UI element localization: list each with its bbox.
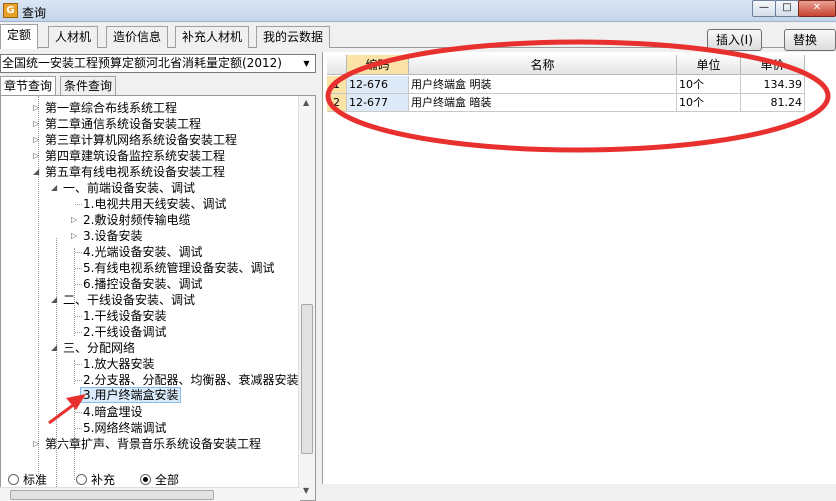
tree-item[interactable]: 5.有线电视系统管理设备安装、调试: [83, 260, 274, 276]
radio-standard-label: 标准: [23, 473, 48, 487]
radio-supplement-dot: [76, 474, 87, 485]
tree-guide-line: [75, 316, 82, 317]
chevron-down-icon[interactable]: ▼: [298, 55, 315, 72]
tree-item[interactable]: 第二章通信系统设备安装工程: [45, 116, 201, 132]
tree-guide-line: [75, 364, 82, 365]
insert-button[interactable]: 插入(I): [707, 29, 762, 51]
grid-cell-unit[interactable]: 10个: [677, 94, 741, 112]
tab-quota[interactable]: 定额: [0, 24, 39, 49]
title-bar: G 查询 — □ ✕: [0, 0, 836, 22]
grid-cell-unit[interactable]: 10个: [677, 76, 741, 94]
left-panel: 全国统一安装工程预算定额河北省消耗量定额(2012) ▼ 章节查询 条件查询 第…: [0, 52, 318, 501]
replace-button[interactable]: 替换(R): [784, 29, 836, 67]
collapse-icon[interactable]: ◢: [51, 180, 60, 196]
tree-item[interactable]: 6.播控设备安装、调试: [83, 276, 202, 292]
close-button[interactable]: ✕: [798, 0, 836, 17]
expand-icon[interactable]: ▷: [33, 148, 42, 164]
tree-item[interactable]: 1.电视共用天线安装、调试: [83, 196, 226, 212]
radio-standard-dot: [8, 474, 19, 485]
radio-supplement[interactable]: 补充: [76, 471, 115, 488]
tree-guide-line: [75, 252, 82, 253]
tree-item[interactable]: 2.分支器、分配器、均衡器、衰减器安装: [83, 372, 298, 388]
maximize-button[interactable]: □: [775, 0, 799, 17]
expand-icon[interactable]: ▷: [33, 132, 42, 148]
tree-guide-line: [75, 268, 82, 269]
expand-icon[interactable]: ▷: [33, 436, 42, 452]
grid-cell-code[interactable]: 12-677: [347, 94, 409, 112]
tree-horizontal-scrollbar[interactable]: [0, 487, 300, 501]
grid-header-code[interactable]: 编码: [347, 55, 409, 75]
quota-library-select[interactable]: 全国统一安装工程预算定额河北省消耗量定额(2012) ▼: [0, 54, 316, 73]
tree-item[interactable]: 一、前端设备安装、调试: [63, 180, 195, 196]
tree-item[interactable]: 4.光端设备安装、调试: [83, 244, 202, 260]
tree-item[interactable]: 5.网络终端调试: [83, 420, 166, 436]
tab-cloud-data[interactable]: 我的云数据: [256, 26, 331, 48]
tree-item[interactable]: 3.设备安装: [83, 228, 142, 244]
tree-item[interactable]: 4.暗盒埋设: [83, 404, 142, 420]
quota-result-grid: 编码 名称 单位 单价 1 12-676 用户终端盒 明装 10个 134.39…: [322, 52, 836, 484]
tree-item[interactable]: 二、干线设备安装、调试: [63, 292, 195, 308]
tree-item[interactable]: 三、分配网络: [63, 340, 135, 356]
grid-header-price[interactable]: 单价: [741, 55, 805, 75]
collapse-icon[interactable]: ◢: [33, 164, 42, 180]
quota-library-value: 全国统一安装工程预算定额河北省消耗量定额(2012): [2, 56, 282, 70]
tab-chapter-search[interactable]: 章节查询: [0, 76, 57, 96]
tree-item[interactable]: 第三章计算机网络系统设备安装工程: [45, 132, 237, 148]
grid-cell-name[interactable]: 用户终端盒 明装: [409, 76, 677, 94]
tab-labor-material-machine[interactable]: 人材机: [48, 26, 99, 48]
radio-standard[interactable]: 标准: [8, 471, 47, 488]
grid-row-number[interactable]: 1: [327, 76, 347, 94]
collapse-icon[interactable]: ◢: [51, 340, 60, 356]
radio-supplement-label: 补充: [91, 473, 116, 487]
grid-cell-code[interactable]: 12-676: [347, 76, 409, 94]
grid-header-unit[interactable]: 单位: [677, 55, 741, 75]
radio-all[interactable]: 全部: [140, 471, 179, 488]
minimize-button[interactable]: —: [752, 0, 776, 17]
expand-icon[interactable]: ▷: [71, 228, 80, 244]
grid-cell-price[interactable]: 134.39: [741, 76, 805, 94]
tree-item[interactable]: 第六章扩声、背景音乐系统设备安装工程: [45, 436, 261, 452]
tree-item[interactable]: 1.放大器安装: [83, 356, 154, 372]
tree-guide-line: [75, 380, 82, 381]
expand-icon[interactable]: ▷: [33, 100, 42, 116]
tree-item[interactable]: 第一章综合布线系统工程: [45, 100, 177, 116]
tree-item[interactable]: 2.敷设射频传输电缆: [83, 212, 190, 228]
tree-item[interactable]: 1.干线设备安装: [83, 308, 166, 324]
tree-vertical-scrollbar[interactable]: ▲ ▼: [298, 96, 315, 500]
tab-supplement-lmm[interactable]: 补充人材机: [175, 26, 250, 48]
tree-guide-line: [75, 332, 82, 333]
grid-row-number[interactable]: 2: [327, 94, 347, 112]
scroll-up-icon[interactable]: ▲: [303, 98, 309, 107]
grid-header-rownum: [327, 55, 347, 75]
app-icon: G: [3, 3, 18, 18]
tree-guide-line: [75, 396, 82, 397]
radio-all-label: 全部: [155, 473, 180, 487]
chapter-tree: 第一章综合布线系统工程 ▷ 第二章通信系统设备安装工程 ▷ 第三章计算机网络系统设备安装…: [0, 95, 316, 501]
tree-item-selected[interactable]: 3.用户终端盒安装: [80, 387, 182, 403]
expand-icon[interactable]: ▷: [33, 116, 42, 132]
collapse-icon[interactable]: ◢: [51, 292, 60, 308]
tree-guide-line: [75, 284, 82, 285]
window-title: 查询: [22, 6, 47, 20]
expand-icon[interactable]: ▷: [71, 212, 80, 228]
tree-guide-line: [75, 428, 82, 429]
tree-item[interactable]: 第四章建筑设备监控系统安装工程: [45, 148, 225, 164]
scroll-down-icon[interactable]: ▼: [303, 486, 309, 495]
tree-guide-line: [75, 412, 82, 413]
grid-cell-name[interactable]: 用户终端盒 暗装: [409, 94, 677, 112]
tree-item[interactable]: 第五章有线电视系统设备安装工程: [45, 164, 225, 180]
tab-condition-search[interactable]: 条件查询: [60, 76, 117, 96]
filter-radio-group: 标准 补充 全部: [0, 471, 318, 488]
grid-cell-price[interactable]: 81.24: [741, 94, 805, 112]
vertical-scroll-thumb[interactable]: [301, 304, 313, 454]
tree-guide-line: [56, 238, 57, 491]
tab-cost-info[interactable]: 造价信息: [106, 26, 169, 48]
horizontal-scroll-thumb[interactable]: [10, 490, 214, 500]
tree-guide-line: [75, 204, 82, 205]
grid-header-name[interactable]: 名称: [409, 55, 677, 75]
radio-all-dot: [140, 474, 151, 485]
tree-item[interactable]: 2.干线设备调试: [83, 324, 166, 340]
